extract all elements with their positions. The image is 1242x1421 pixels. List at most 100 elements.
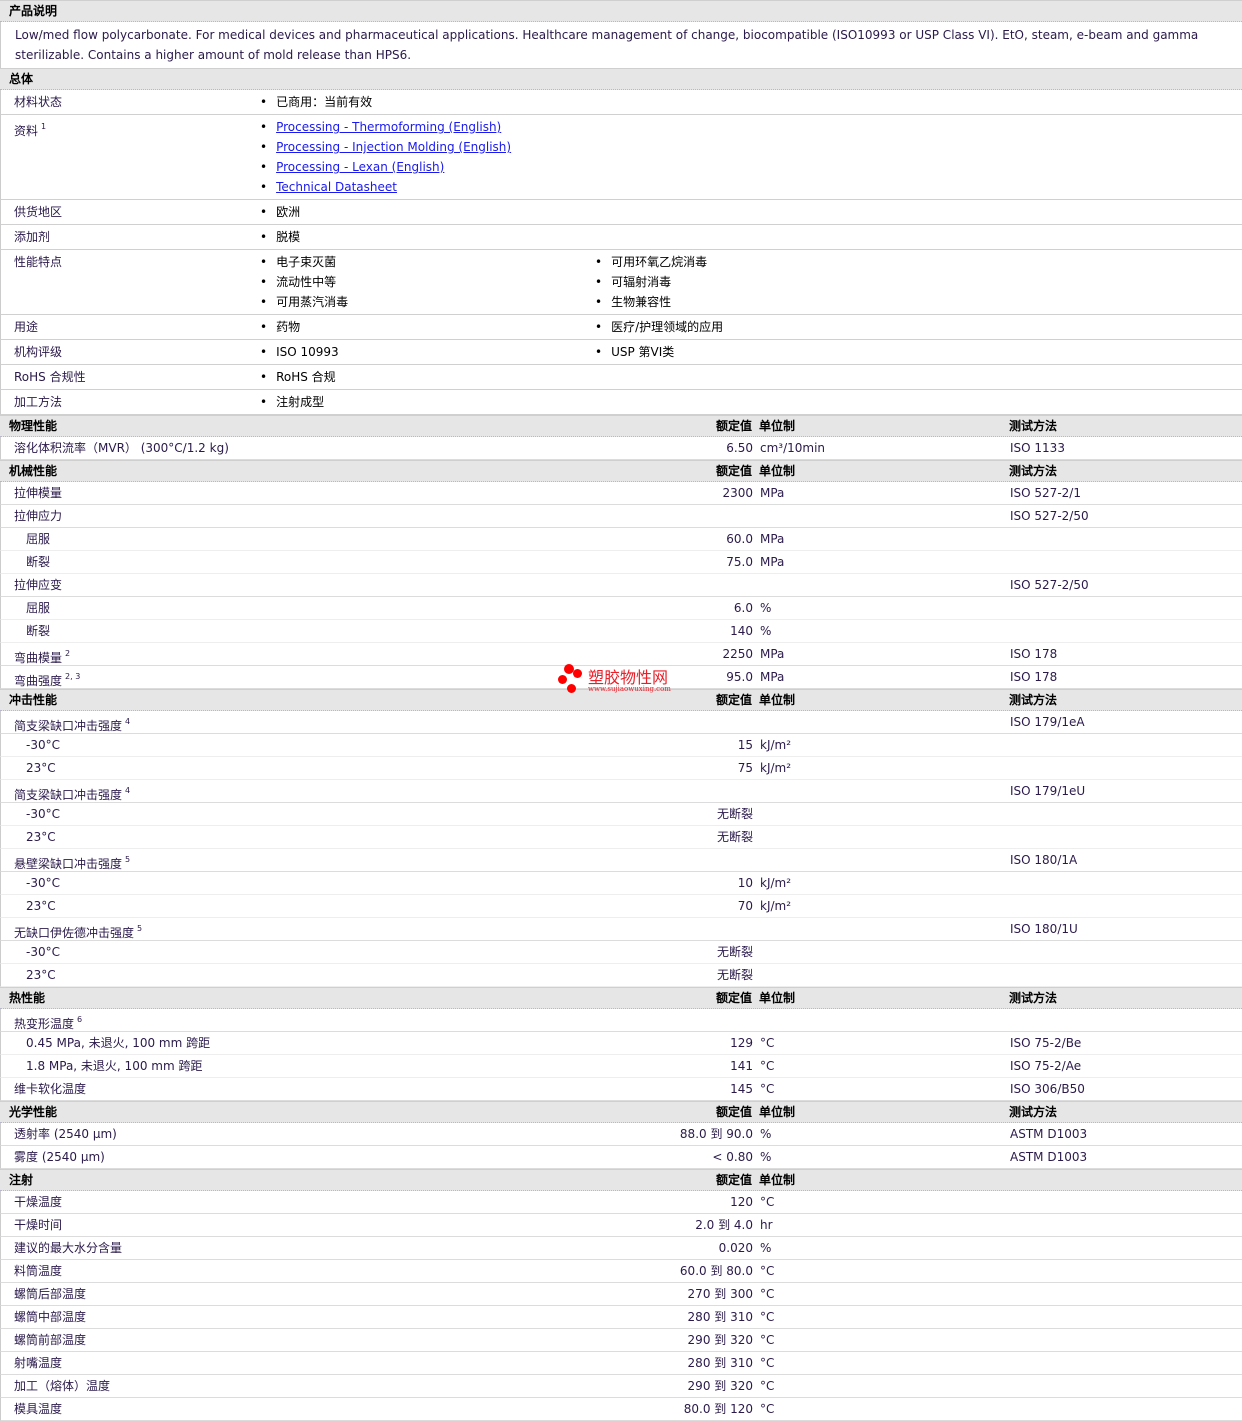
row-label: 材料状态 — [14, 95, 63, 109]
table-row: 拉伸应变 ISO 527-2/50 — [0, 574, 1242, 597]
section-header: 光学性能 额定值 单位制 测试方法 — [0, 1101, 1242, 1123]
table-row: 雾度 (2540 µm) < 0.80% ASTM D1003 — [0, 1146, 1242, 1169]
property-value: 270 到 300 — [687, 1287, 753, 1301]
general-row: 加工方法 注射成型 — [0, 390, 1242, 415]
general-row: 添加剂 脱模 — [0, 225, 1242, 250]
property-unit: MPa — [760, 486, 785, 500]
method-header: 测试方法 — [1009, 419, 1058, 433]
row-values: ISO 10993USP 第VI类 — [260, 342, 1242, 362]
section-header: 注射 额定值 单位制 — [0, 1169, 1242, 1191]
list-item: 可辐射消毒 — [595, 272, 930, 292]
list-item: 医疗/护理领域的应用 — [595, 317, 930, 337]
property-value: 无断裂 — [716, 968, 753, 982]
table-row: 23°C 70 kJ/m² — [0, 895, 1242, 918]
row-values: 欧洲 — [260, 202, 1242, 222]
property-value: < 0.80 — [712, 1150, 753, 1164]
property-value: 141 — [730, 1059, 753, 1073]
general-row: 性能特点 电子束灭菌可用环氧乙烷消毒流动性中等可辐射消毒可用蒸汽消毒生物兼容性 — [0, 250, 1242, 315]
row-values: 电子束灭菌可用环氧乙烷消毒流动性中等可辐射消毒可用蒸汽消毒生物兼容性 — [260, 252, 1242, 312]
general-row: 材料状态 已商用：当前有效 — [0, 90, 1242, 115]
row-values: Processing - Thermoforming (English) Proc… — [260, 117, 1242, 197]
table-row: -30°C 15 kJ/m² — [0, 734, 1242, 757]
property-value: 95.0 — [726, 670, 753, 684]
general-row: 机构评级 ISO 10993USP 第VI类 — [0, 340, 1242, 365]
list-item: 已商用：当前有效 — [260, 92, 595, 112]
table-row: 加工（熔体）温度 290 到 320 °C — [0, 1375, 1242, 1398]
property-value: 60.0 — [726, 532, 753, 546]
test-method: ISO 527-2/50 — [1010, 578, 1089, 592]
property-label: 螺筒后部温度 — [14, 1287, 87, 1301]
document-link[interactable]: Technical Datasheet — [276, 180, 397, 194]
property-label: 溶化体积流率（MVR） (300°C/1.2 kg) — [14, 441, 229, 455]
table-row: 模具温度 80.0 到 120 °C — [0, 1398, 1242, 1421]
property-unit: °C — [760, 1036, 775, 1050]
property-unit: hr — [760, 1218, 773, 1232]
method-header: 测试方法 — [1009, 991, 1058, 1005]
footnote-marker: 4 — [125, 786, 131, 795]
test-method: ISO 178 — [1010, 670, 1058, 684]
table-row: 23°C 无断裂 — [0, 964, 1242, 987]
table-row: 23°C 无断裂 — [0, 826, 1242, 849]
property-unit: MPa — [760, 647, 785, 661]
test-method: ISO 1133 — [1010, 441, 1065, 455]
test-method: ISO 75-2/Be — [1010, 1036, 1082, 1050]
property-value: 120 — [730, 1195, 753, 1209]
document-link[interactable]: Processing - Injection Molding (English) — [276, 140, 511, 154]
property-label: 23°C — [26, 761, 56, 775]
document-link[interactable]: Processing - Thermoforming (English) — [276, 120, 501, 134]
row-label: 资料 1 — [14, 122, 47, 138]
list-item: 欧洲 — [260, 202, 595, 222]
property-unit: °C — [760, 1082, 775, 1096]
property-value: 2250 — [722, 647, 753, 661]
list-item: 生物兼容性 — [595, 292, 930, 312]
list-item: Processing - Thermoforming (English) — [260, 117, 1242, 137]
table-row: 23°C 75 kJ/m² — [0, 757, 1242, 780]
general-row: 用途 药物医疗/护理领域的应用 — [0, 315, 1242, 340]
property-unit: kJ/m² — [760, 876, 792, 890]
list-item: 可用蒸汽消毒 — [260, 292, 595, 312]
property-value: 129 — [730, 1036, 753, 1050]
document-link[interactable]: Processing - Lexan (English) — [276, 160, 444, 174]
footnote-marker: 6 — [77, 1015, 83, 1024]
property-value: 290 到 320 — [687, 1379, 753, 1393]
property-label: 透射率 (2540 µm) — [14, 1127, 117, 1141]
test-method: ISO 179/1eU — [1010, 784, 1086, 798]
footnote-marker: 4 — [125, 717, 131, 726]
property-label: -30°C — [26, 945, 60, 959]
value-header: 额定值 — [715, 1173, 752, 1187]
property-label: 23°C — [26, 899, 56, 913]
general-row: 供货地区 欧洲 — [0, 200, 1242, 225]
row-values: RoHS 合规 — [260, 367, 1242, 387]
property-label: 拉伸模量 — [14, 486, 63, 500]
table-row: 螺筒前部温度 290 到 320 °C — [0, 1329, 1242, 1352]
property-unit: kJ/m² — [760, 899, 792, 913]
property-label: 断裂 — [26, 624, 51, 638]
property-label: 维卡软化温度 — [14, 1082, 87, 1096]
datasheet: 产品说明 Low/med flow polycarbonate. For med… — [0, 0, 1242, 1421]
property-unit: °C — [760, 1059, 775, 1073]
list-item: 可用环氧乙烷消毒 — [595, 252, 930, 272]
table-row: 断裂 140% — [0, 620, 1242, 643]
table-row: 1.8 MPa, 未退火, 100 mm 跨距 141 °C ISO 75-2/Ae — [0, 1055, 1242, 1078]
table-row: 断裂 75.0 MPa — [0, 551, 1242, 574]
table-row: 料筒温度 60.0 到 80.0 °C — [0, 1260, 1242, 1283]
table-row: 射嘴温度 280 到 310 °C — [0, 1352, 1242, 1375]
row-label: 添加剂 — [14, 230, 51, 244]
table-row: 建议的最大水分含量 0.020% — [0, 1237, 1242, 1260]
property-value: 6.50 — [726, 441, 753, 455]
property-unit: °C — [760, 1287, 775, 1301]
property-value: 0.020 — [718, 1241, 753, 1255]
general-row: RoHS 合规性 RoHS 合规 — [0, 365, 1242, 390]
unit-header: 单位制 — [759, 419, 796, 433]
footnote-marker: 1 — [41, 122, 47, 131]
table-row: 悬壁梁缺口冲击强度 5 ISO 180/1A — [0, 849, 1242, 872]
property-unit: cm³/10min — [760, 441, 826, 455]
footnote-marker: 2, 3 — [65, 672, 81, 681]
property-label: 屈服 — [26, 532, 51, 546]
row-values: 脱模 — [260, 227, 1242, 247]
table-row: 屈服 60.0 MPa — [0, 528, 1242, 551]
unit-header: 单位制 — [759, 991, 796, 1005]
property-value: 75.0 — [726, 555, 753, 569]
property-value: 6.0 — [733, 601, 753, 615]
property-label: -30°C — [26, 738, 60, 752]
